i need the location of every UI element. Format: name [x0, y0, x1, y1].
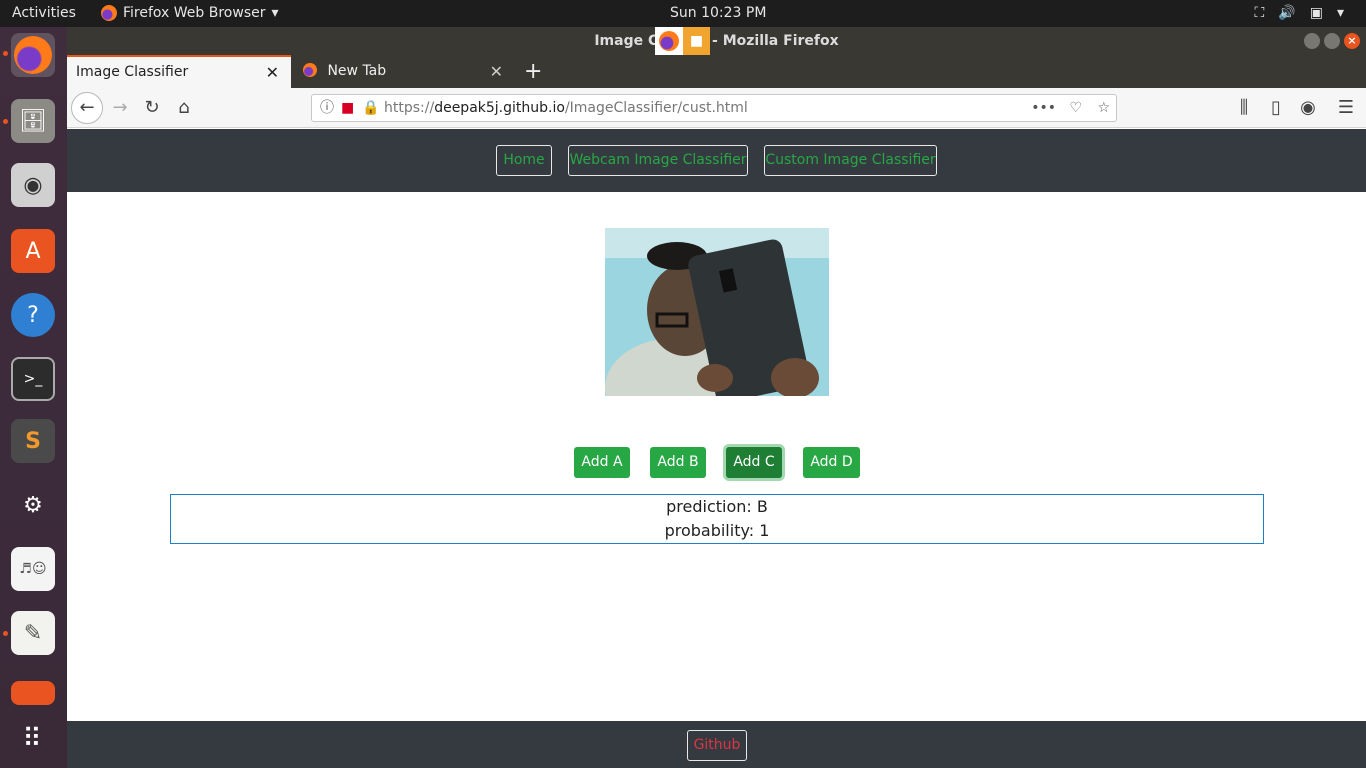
window-title-bar[interactable]: Image C r - Mozilla Firefox × — [67, 27, 1366, 55]
dock-files[interactable]: 🗄 — [11, 99, 55, 143]
dock-terminal[interactable]: >_ — [11, 357, 55, 401]
tab-label: New Tab — [327, 63, 387, 79]
webcam-frame — [605, 228, 829, 396]
app-menu[interactable]: Firefox Web Browser ▾ — [101, 5, 279, 21]
bookmark-star-icon[interactable]: ☆ — [1097, 95, 1110, 121]
firefox-icon — [659, 31, 679, 51]
dock-rhythmbox[interactable]: ◉ — [11, 163, 55, 207]
dock-character-map[interactable]: ♬☺ — [11, 547, 55, 591]
shopping-bag-icon: A — [25, 238, 41, 264]
tab-strip: Image Classifier ✕ New Tab ✕ + — [67, 55, 1366, 88]
dock-minimized-window[interactable] — [11, 681, 55, 705]
dock-firefox[interactable] — [11, 33, 55, 77]
dock-software[interactable]: A — [11, 229, 55, 273]
clock[interactable]: Sun 10:23 PM — [670, 5, 766, 21]
firefox-icon — [101, 5, 117, 21]
window-title: Image C r - Mozilla Firefox — [594, 33, 839, 49]
add-b-button[interactable]: Add B — [650, 447, 706, 478]
dock-text-editor[interactable]: ✎ — [11, 611, 55, 655]
prediction-result: prediction: B probability: 1 — [170, 494, 1264, 544]
forward-button[interactable]: → — [108, 96, 132, 120]
characters-icon: ♬☺ — [19, 561, 47, 577]
github-link[interactable]: Github — [687, 730, 747, 761]
navigation-toolbar: ← → ↻ ⌂ ⓘ ■ 🔒 https://deepak5j.github.io… — [67, 88, 1366, 128]
site-footer: Github — [67, 721, 1366, 768]
terminal-icon: >_ — [23, 371, 43, 387]
url-host: deepak5j.github.io — [434, 100, 565, 116]
tab-new-tab[interactable]: New Tab ✕ — [299, 55, 515, 88]
tab-image-classifier[interactable]: Image Classifier ✕ — [67, 55, 291, 88]
custom-classifier-link[interactable]: Custom Image Classifier — [764, 145, 937, 176]
more-actions-icon[interactable]: ••• — [1031, 95, 1056, 121]
close-tab-icon[interactable]: ✕ — [266, 57, 279, 88]
sublime-icon: S — [25, 428, 41, 454]
info-icon[interactable]: ⓘ — [320, 95, 334, 121]
menu-icon[interactable]: ☰ — [1334, 96, 1358, 120]
url-bar[interactable]: ⓘ ■ 🔒 https://deepak5j.github.io/ImageCl… — [311, 94, 1117, 122]
dock-help[interactable]: ? — [11, 293, 55, 337]
camera-permission-icon[interactable]: ■ — [341, 95, 354, 121]
url-scheme: https:// — [384, 100, 435, 116]
add-c-button[interactable]: Add C — [726, 447, 782, 478]
window-controls: × — [1304, 33, 1360, 49]
maximize-button[interactable] — [1324, 33, 1340, 49]
running-indicator — [3, 119, 8, 124]
add-a-button[interactable]: Add A — [574, 447, 630, 478]
system-tray[interactable]: ⛶ 🔊 ▣ ▾ — [1254, 5, 1344, 21]
url-text: https://deepak5j.github.io/ImageClassifi… — [384, 95, 748, 121]
running-indicator — [3, 631, 8, 636]
firefox-icon — [14, 36, 52, 74]
running-indicator — [3, 51, 8, 56]
file-cabinet-icon: 🗄 — [19, 108, 47, 134]
grid-icon: ⠿ — [22, 724, 44, 754]
sharing-indicator[interactable]: ■ — [655, 27, 710, 55]
camera-sharing-box: ■ — [683, 27, 710, 55]
web-page: Home Webcam Image Classifier Custom Imag… — [67, 129, 1366, 768]
probability-text: probability: 1 — [664, 521, 770, 540]
chevron-down-icon: ▾ — [1336, 5, 1344, 21]
firefox-icon — [303, 63, 317, 77]
home-link[interactable]: Home — [496, 145, 552, 176]
add-d-button[interactable]: Add D — [803, 447, 860, 478]
prediction-text: prediction: B — [666, 497, 768, 516]
app-menu-label: Firefox Web Browser — [123, 5, 266, 21]
show-applications-button[interactable]: ⠿ — [11, 717, 55, 761]
activities-button[interactable]: Activities — [12, 5, 76, 21]
gear-wrench-icon: ⚙ — [23, 492, 43, 518]
lock-icon[interactable]: 🔒 — [362, 95, 379, 121]
sidebar-icon[interactable]: ▯ — [1264, 96, 1288, 120]
webcam-classifier-link[interactable]: Webcam Image Classifier — [568, 145, 748, 176]
webcam-video — [605, 228, 829, 396]
home-button[interactable]: ⌂ — [172, 96, 196, 120]
volume-icon: 🔊 — [1278, 5, 1296, 21]
notepad-icon: ✎ — [23, 620, 43, 646]
pocket-icon[interactable]: ♡ — [1069, 95, 1082, 121]
close-tab-icon[interactable]: ✕ — [490, 55, 503, 88]
reload-button[interactable]: ↻ — [140, 96, 164, 120]
new-tab-button[interactable]: + — [524, 55, 542, 88]
network-icon: ⛶ — [1254, 5, 1265, 21]
camera-icon: ■ — [689, 33, 704, 49]
library-icon[interactable]: ⫼ — [1232, 96, 1256, 120]
dock: 🗄 ◉ A ? >_ S ⚙ ♬☺ ✎ ⠿ — [0, 27, 67, 768]
url-path: /ImageClassifier/cust.html — [564, 100, 748, 116]
minimize-button[interactable] — [1304, 33, 1320, 49]
close-button[interactable]: × — [1344, 33, 1360, 49]
dock-settings[interactable]: ⚙ — [11, 483, 55, 527]
system-top-bar: Activities Firefox Web Browser ▾ Sun 10:… — [0, 0, 1366, 27]
account-icon[interactable]: ◉ — [1296, 96, 1320, 120]
back-button[interactable]: ← — [71, 92, 103, 124]
speaker-icon: ◉ — [23, 172, 43, 198]
battery-icon: ▣ — [1309, 5, 1323, 21]
tab-label: Image Classifier — [76, 64, 189, 80]
dock-sublime[interactable]: S — [11, 419, 55, 463]
help-icon: ? — [27, 302, 39, 328]
site-navbar: Home Webcam Image Classifier Custom Imag… — [67, 129, 1366, 192]
chevron-down-icon: ▾ — [271, 5, 279, 21]
firefox-icon-box — [655, 27, 683, 55]
